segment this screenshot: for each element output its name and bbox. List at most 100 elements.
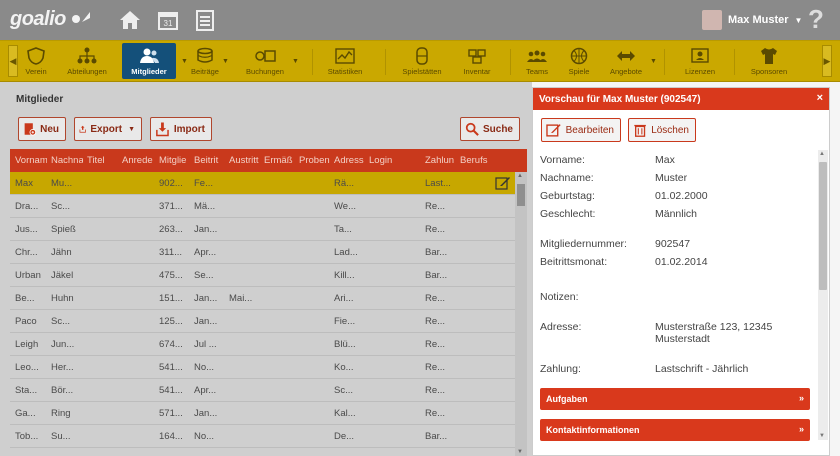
license-icon [691, 48, 709, 63]
column-header[interactable]: Vornam [15, 155, 47, 166]
column-header[interactable]: Login [369, 155, 401, 166]
column-header[interactable]: Austritt [229, 155, 261, 166]
chevron-down-icon[interactable]: ▼ [181, 58, 188, 65]
list-icon[interactable] [192, 7, 218, 33]
table-row[interactable]: Max Mu... 902... Fe... Rä... Last... [10, 172, 515, 195]
cell-payment: Re... [425, 201, 446, 212]
search-button[interactable]: Suche [460, 117, 520, 141]
help-icon[interactable]: ? [808, 4, 828, 34]
column-header[interactable]: Mitglie [159, 155, 190, 166]
section-kontaktinformationen[interactable]: Kontaktinformationen » [540, 419, 810, 441]
table-row[interactable]: Chr... Jähn 311... Apr... Lad... Bar... [10, 241, 515, 264]
table-row[interactable]: Be... Huhn 151... Jan... Mai... Ari... R… [10, 287, 515, 310]
table-row[interactable]: Jus... Spieß 263... Jan... Ta... Re... [10, 218, 515, 241]
new-button[interactable]: Neu [18, 117, 66, 141]
members-table: Max Mu... 902... Fe... Rä... Last... Dra… [10, 172, 515, 456]
cell-address: Kal... [334, 408, 356, 419]
scroll-down-icon[interactable]: ▼ [517, 449, 523, 455]
table-row[interactable]: Leo... Her... 541... No... Ko... Re... [10, 356, 515, 379]
nav-item-statistiken[interactable]: Statistiken [322, 43, 368, 79]
column-header[interactable]: Anrede [122, 155, 156, 166]
nav-divider [734, 49, 735, 75]
cell-first-name: Leo... [15, 362, 39, 373]
cell-first-name: Leigh [15, 339, 39, 350]
nav-item-sponsoren[interactable]: Sponsoren [744, 43, 794, 79]
cell-last-name: Ring [51, 408, 71, 419]
cell-address: Rä... [334, 178, 355, 189]
column-header[interactable]: Proben [299, 155, 331, 166]
teams-icon [527, 50, 547, 62]
column-header[interactable]: Ermäß [264, 155, 294, 166]
scroll-up-icon[interactable]: ▲ [517, 173, 523, 179]
chevron-down-icon[interactable]: ▼ [222, 58, 229, 65]
nav-item-buchungen[interactable]: Buchungen [242, 43, 288, 79]
section-aufgaben[interactable]: Aufgaben » [540, 388, 810, 410]
table-row[interactable]: Sta... Bör... 541... Apr... Sc... Re... [10, 379, 515, 402]
table-row[interactable]: Ga... Ring 571... Jan... Kal... Re... [10, 402, 515, 425]
scroll-up-icon[interactable]: ▲ [819, 151, 825, 157]
nav-item-spiele[interactable]: Spiele [562, 43, 596, 79]
scrollbar-thumb[interactable] [819, 162, 827, 290]
scroll-down-icon[interactable]: ▼ [819, 433, 825, 439]
column-header[interactable]: Berufs [460, 155, 494, 166]
delete-button[interactable]: Löschen [628, 118, 696, 142]
edit-icon[interactable] [495, 175, 511, 191]
table-row[interactable]: Leigh Jun... 674... Jul ... Blü... Re... [10, 333, 515, 356]
firstname-value: Max [655, 154, 675, 166]
table-row[interactable]: Urban Jäkel 475... Se... Kill... Bar... [10, 264, 515, 287]
goalio-logo[interactable]: goalio [10, 8, 66, 31]
chevron-down-icon: ▼ [128, 125, 135, 133]
top-bar: goalio 31 Max Muster ▼ ? [0, 0, 840, 40]
column-header[interactable]: Zahlun [425, 155, 457, 166]
nav-label: Statistiken [327, 67, 363, 76]
birthday-value: 01.02.2000 [655, 190, 708, 202]
cell-payment: Re... [425, 339, 446, 350]
nav-item-abteilungen[interactable]: Abteilungen [62, 43, 112, 79]
new-button-label: Neu [40, 123, 59, 135]
cell-first-name: Ga... [15, 408, 36, 419]
nav-scroll-right-icon[interactable]: ▶ [822, 45, 832, 77]
avatar [702, 10, 722, 30]
preview-scrollbar[interactable]: ▲ ▼ [818, 150, 828, 440]
nav-item-inventar[interactable]: Inventar [458, 43, 496, 79]
export-button-label: Export [90, 123, 123, 135]
edit-button[interactable]: Bearbeiten [541, 118, 621, 142]
scrollbar-thumb[interactable] [517, 184, 525, 206]
calendar-icon[interactable]: 31 [155, 7, 181, 33]
import-button[interactable]: Import [150, 117, 212, 141]
column-header[interactable]: Nachna [51, 155, 83, 166]
column-header[interactable]: Adress [334, 155, 366, 166]
coins-icon [197, 47, 213, 63]
table-row[interactable]: Tob... Su... 164... No... De... Bar... [10, 425, 515, 448]
cell-payment: Re... [425, 316, 446, 327]
export-button[interactable]: Export ▼ [74, 117, 142, 141]
close-icon[interactable]: × [817, 92, 823, 104]
nav-item-teams[interactable]: Teams [520, 43, 554, 79]
firstname-label: Vorname: [540, 154, 585, 166]
nav-item-beitraege[interactable]: Beiträge [190, 43, 220, 79]
cell-last-name: Sc... [51, 316, 71, 327]
cell-first-name: Tob... [15, 431, 39, 442]
nav-item-verein[interactable]: Verein [20, 43, 52, 79]
export-icon [79, 125, 86, 133]
nav-item-mitglieder[interactable]: Mitglieder [122, 43, 176, 79]
members-icon [140, 48, 159, 63]
nav-scroll-left-icon[interactable]: ◀ [8, 45, 18, 77]
chevron-down-icon[interactable]: ▼ [292, 58, 299, 65]
table-row[interactable]: Dra... Sc... 371... Mä... We... Re... [10, 195, 515, 218]
chevron-down-icon[interactable]: ▼ [650, 58, 657, 65]
user-menu[interactable]: Max Muster ▼ [702, 10, 802, 30]
column-header[interactable]: Titel [87, 155, 119, 166]
joinmonth-value: 01.02.2014 [655, 256, 708, 268]
members-list-area: Mitglieder Neu Export ▼ Import Suche Vor… [0, 82, 532, 456]
nav-item-angebote[interactable]: Angebote [606, 43, 646, 79]
cell-join-date: Apr... [194, 247, 217, 258]
home-icon[interactable] [117, 7, 143, 33]
table-row[interactable]: Paco Sc... 125... Jan... Fie... Re... [10, 310, 515, 333]
nav-item-lizenzen[interactable]: Lizenzen [680, 43, 720, 79]
table-scrollbar[interactable]: ▲ ▼ [515, 172, 527, 456]
nav-item-spielstaetten[interactable]: Spielstätten [398, 43, 446, 79]
shield-icon [27, 47, 45, 65]
cash-icon [255, 50, 276, 62]
column-header[interactable]: Beitrit [194, 155, 226, 166]
